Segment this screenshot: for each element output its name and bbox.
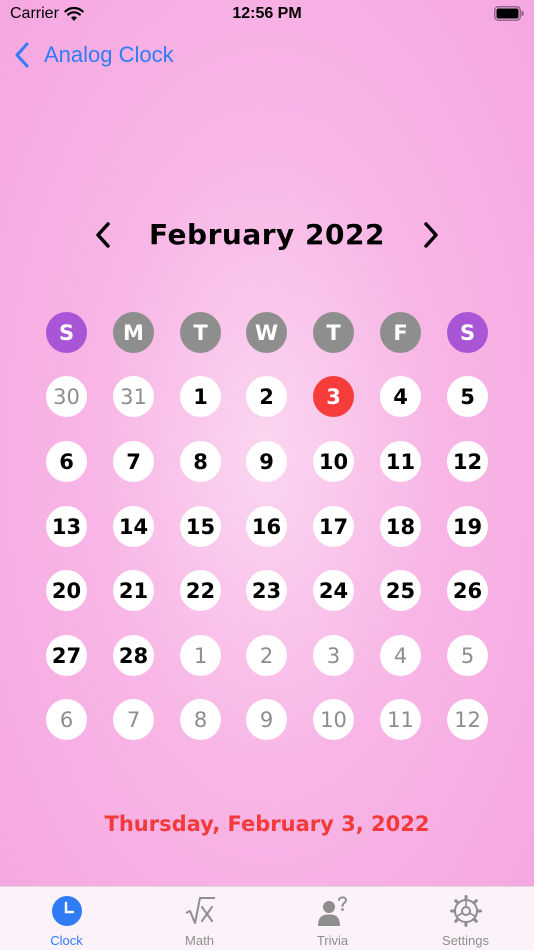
calendar-day[interactable]: 10 [313,441,354,482]
calendar-day[interactable]: 8 [180,699,221,740]
tab-trivia[interactable]: Trivia [266,887,399,950]
calendar-day[interactable]: 1 [180,376,221,417]
back-button-label: Analog Clock [44,42,174,67]
calendar-day[interactable]: 2 [246,376,287,417]
weekday-label: W [246,312,287,353]
calendar-day[interactable]: 13 [46,506,87,547]
weekday-label: F [380,312,421,353]
calendar-day[interactable]: 11 [380,441,421,482]
tab-bar: Clock Math Trivia Settings [0,886,534,950]
selected-date-label: Thursday, February 3, 2022 [104,812,430,836]
weekday-label: M [113,312,154,353]
calendar-week-row: 20 21 22 23 24 25 26 [0,570,534,612]
person-question-icon [317,896,347,926]
calendar-day[interactable]: 23 [246,570,287,611]
calendar-day[interactable]: 24 [313,570,354,611]
calendar-week-row: 13 14 15 16 17 18 19 [0,506,534,548]
calendar-week-row: 6 7 8 9 10 11 12 [0,441,534,483]
calendar-day[interactable]: 14 [113,506,154,547]
calendar-day[interactable]: 4 [380,635,421,676]
weekday-header-row: SMTWTFS [0,312,534,354]
weekday-label: T [180,312,221,353]
square-root-icon [185,897,215,924]
tab-settings[interactable]: Settings [399,887,532,950]
calendar-day[interactable]: 25 [380,570,421,611]
calendar-week-row: 6 7 8 9 10 11 12 [0,699,534,741]
weekday-label: S [46,312,87,353]
battery-icon [494,6,524,21]
tab-math[interactable]: Math [133,887,266,950]
calendar-day[interactable]: 10 [313,699,354,740]
calendar-day[interactable]: 15 [180,506,221,547]
calendar-day[interactable]: 22 [180,570,221,611]
calendar-day[interactable]: 16 [246,506,287,547]
tab-clock-label: Clock [50,933,83,948]
calendar-day[interactable]: 9 [246,699,287,740]
month-title: February 2022 [149,218,385,251]
calendar-day[interactable]: 30 [46,376,87,417]
calendar-day[interactable]: 12 [447,441,488,482]
back-button[interactable]: Analog Clock [14,40,174,70]
tab-settings-label: Settings [442,933,489,948]
calendar-day[interactable]: 7 [113,699,154,740]
calendar-day[interactable]: 5 [447,635,488,676]
calendar-day[interactable]: 12 [447,699,488,740]
calendar-day[interactable]: 2 [246,635,287,676]
calendar-day[interactable]: 27 [46,635,87,676]
calendar-day[interactable]: 8 [180,441,221,482]
calendar-day[interactable]: 31 [113,376,154,417]
calendar-day[interactable]: 17 [313,506,354,547]
calendar-day[interactable]: 11 [380,699,421,740]
calendar-day[interactable]: 6 [46,441,87,482]
calendar-day[interactable]: 4 [380,376,421,417]
calendar-day[interactable]: 1 [180,635,221,676]
chevron-left-icon [15,42,29,68]
calendar-day[interactable]: 18 [380,506,421,547]
weekday-label: T [313,312,354,353]
next-month-button[interactable] [418,220,444,250]
calendar-day[interactable]: 21 [113,570,154,611]
clock-icon [51,896,82,926]
gear-icon [449,895,482,927]
calendar-day-today[interactable]: 3 [313,376,354,417]
month-header: February 2022 [0,212,534,260]
calendar-week-row: 30 31 1 2 3 4 5 [0,376,534,418]
calendar-day[interactable]: 28 [113,635,154,676]
calendar-week-row: 27 28 1 2 3 4 5 [0,635,534,677]
calendar-day[interactable]: 3 [313,635,354,676]
calendar-day[interactable]: 26 [447,570,488,611]
calendar-day[interactable]: 7 [113,441,154,482]
calendar-day[interactable]: 6 [46,699,87,740]
tab-math-label: Math [185,933,214,948]
calendar-day[interactable]: 20 [46,570,87,611]
calendar-day[interactable]: 19 [447,506,488,547]
tab-clock[interactable]: Clock [0,887,133,950]
calendar-day[interactable]: 5 [447,376,488,417]
status-bar: Carrier 12:56 PM [0,0,534,30]
calendar-day[interactable]: 9 [246,441,287,482]
weekday-label: S [447,312,488,353]
tab-trivia-label: Trivia [316,933,349,948]
status-time: 12:56 PM [232,5,302,22]
